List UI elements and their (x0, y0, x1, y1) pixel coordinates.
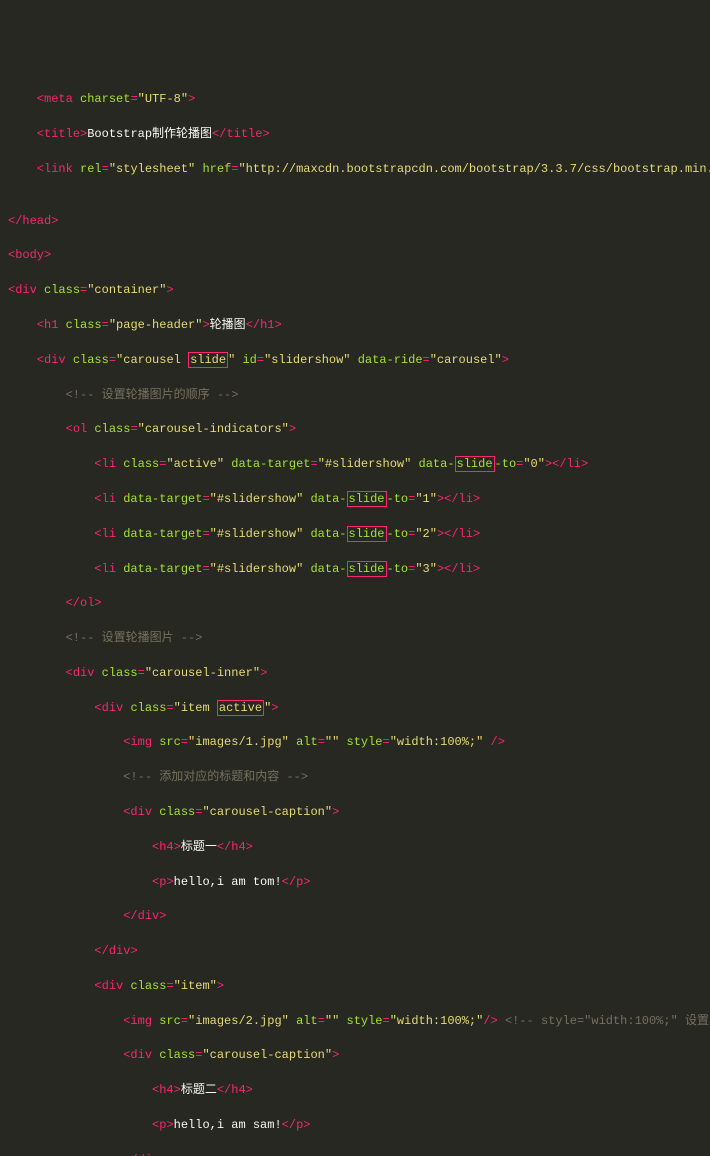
code-editor-viewport: <meta charset="UTF-8"> <title>Bootstrap制… (8, 74, 702, 1156)
code-line: <img src="images/1.jpg" alt="" style="wi… (8, 734, 702, 751)
code-line: <p>hello,i am tom!</p> (8, 874, 702, 891)
code-line: <div class="item active"> (8, 700, 702, 717)
highlight-box: slide (347, 526, 387, 542)
highlight-box: active (217, 700, 264, 716)
code-line: <li data-target="#slidershow" data-slide… (8, 526, 702, 543)
code-line: <li class="active" data-target="#sliders… (8, 456, 702, 473)
code-line: <body> (8, 247, 702, 264)
code-line: <div class="item"> (8, 978, 702, 995)
code-line: <title>Bootstrap制作轮播图</title> (8, 126, 702, 143)
code-line: <h4>标题二</h4> (8, 1082, 702, 1099)
code-line: <meta charset="UTF-8"> (8, 91, 702, 108)
code-line: </div> (8, 1152, 702, 1156)
code-line: <ol class="carousel-indicators"> (8, 421, 702, 438)
code-line: <!-- 设置轮播图片的顺序 --> (8, 387, 702, 404)
code-line: <h4>标题一</h4> (8, 839, 702, 856)
code-line: <!-- 添加对应的标题和内容 --> (8, 769, 702, 786)
code-line: </div> (8, 943, 702, 960)
code-line: </ol> (8, 595, 702, 612)
code-line: <li data-target="#slidershow" data-slide… (8, 491, 702, 508)
code-line: <div class="carousel-inner"> (8, 665, 702, 682)
highlight-box: slide (188, 352, 228, 368)
code-line: <!-- 设置轮播图片 --> (8, 630, 702, 647)
highlight-box: slide (347, 491, 387, 507)
code-line: <div class="carousel-caption"> (8, 804, 702, 821)
code-line: <li data-target="#slidershow" data-slide… (8, 561, 702, 578)
highlight-box: slide (455, 456, 495, 472)
code-line: </head> (8, 213, 702, 230)
code-line: <div class="container"> (8, 282, 702, 299)
code-line: <img src="images/2.jpg" alt="" style="wi… (8, 1013, 702, 1030)
highlight-box: slide (347, 561, 387, 577)
code-line: <div class="carousel-caption"> (8, 1047, 702, 1064)
code-line: </div> (8, 908, 702, 925)
code-line: <h1 class="page-header">轮播图</h1> (8, 317, 702, 334)
code-line: <link rel="stylesheet" href="http://maxc… (8, 161, 702, 178)
code-line: <div class="carousel slide" id="slidersh… (8, 352, 702, 369)
code-line: <p>hello,i am sam!</p> (8, 1117, 702, 1134)
